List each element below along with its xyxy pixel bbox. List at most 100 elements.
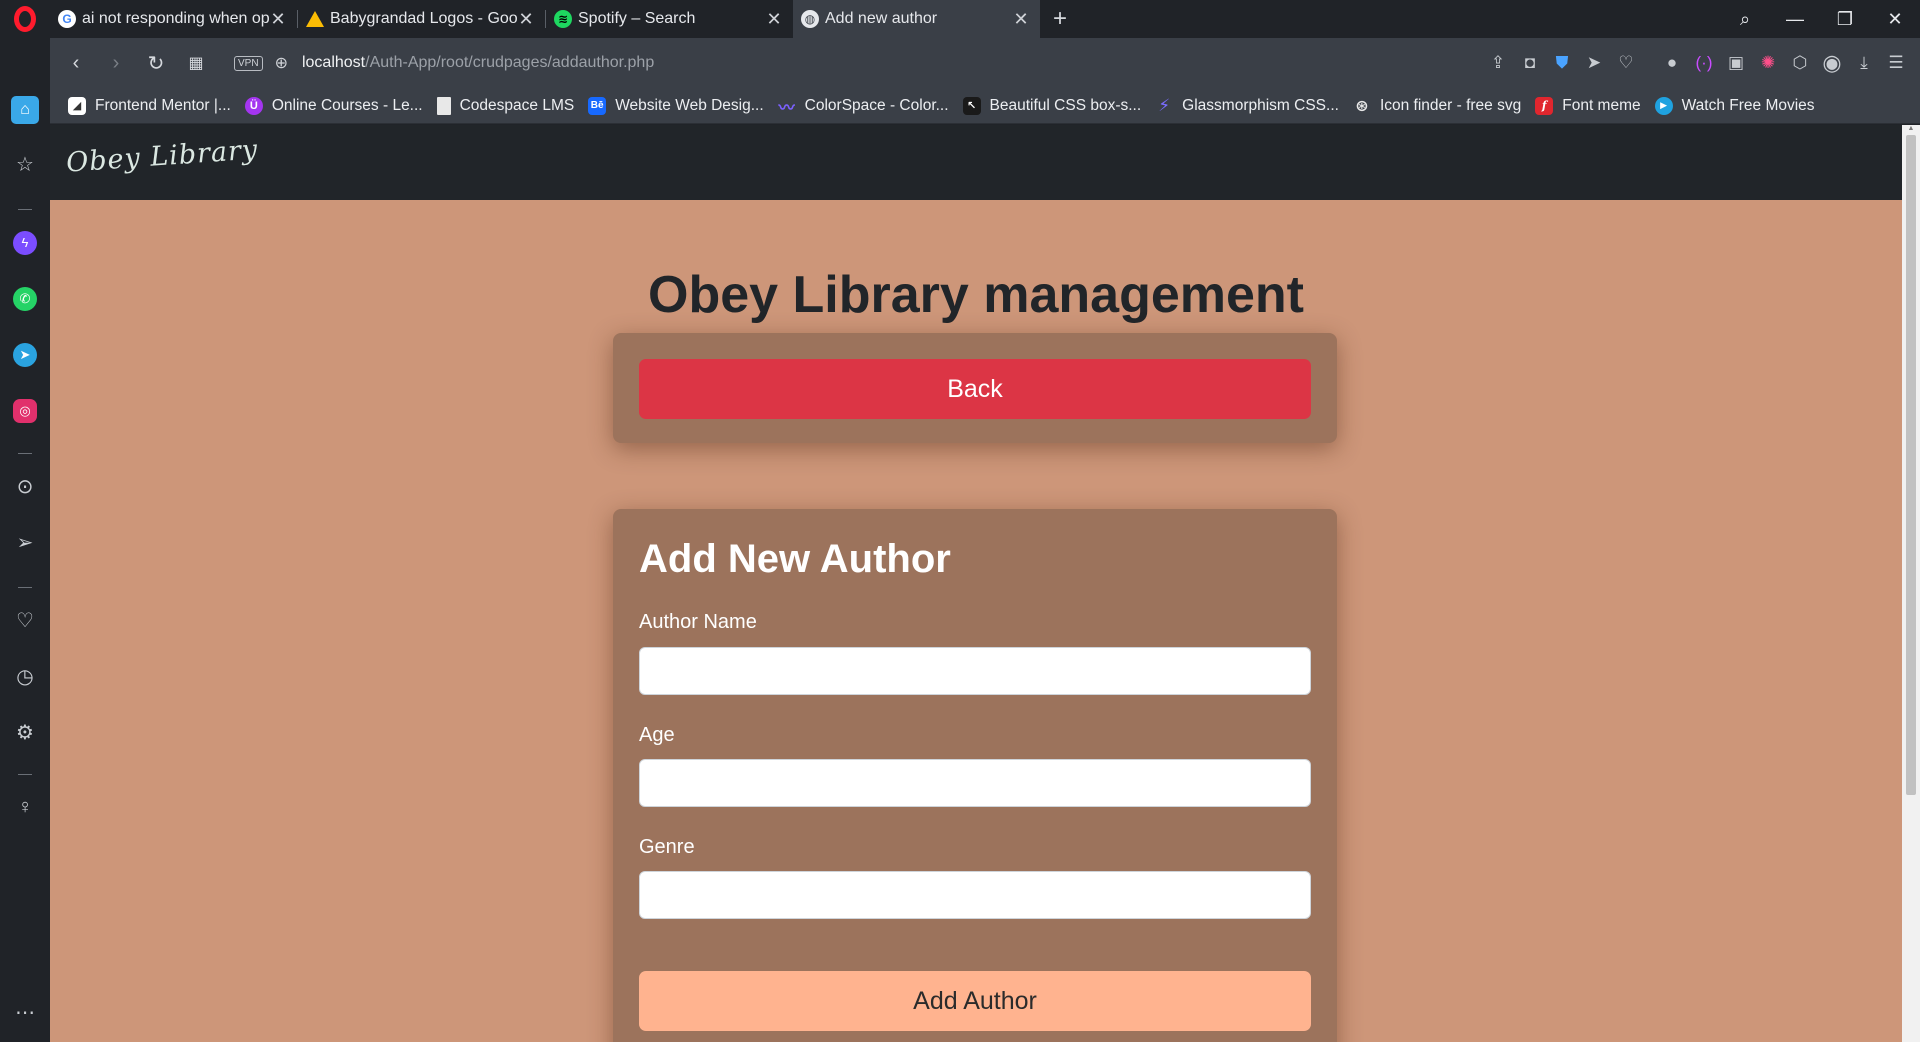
search-tabs-icon[interactable]: ⌕: [1720, 0, 1770, 38]
shield-icon[interactable]: ⛊: [1546, 53, 1578, 73]
sidebar-divider: [18, 453, 32, 454]
opera-logo-icon[interactable]: [0, 0, 50, 38]
camera-icon[interactable]: ◘: [1514, 53, 1546, 73]
page-scrollbar[interactable]: ▲: [1902, 125, 1920, 1042]
url-host: localhost: [301, 54, 366, 71]
site-info-icon[interactable]: ⊕: [275, 53, 288, 73]
profile-avatar-icon[interactable]: ◉: [1816, 50, 1848, 76]
maximize-button[interactable]: ❐: [1820, 0, 1870, 38]
easy-setup-icon[interactable]: ☰: [1880, 53, 1912, 73]
add-author-button[interactable]: Add Author: [639, 971, 1311, 1031]
address-bar: ‹ › ↻ ▦ VPN ⊕ localhost/Auth-App/root/cr…: [50, 38, 1920, 88]
bookmark-frontend-mentor[interactable]: ◢ Frontend Mentor |...: [68, 96, 231, 115]
bookmark-watch-free-movies[interactable]: ▶ Watch Free Movies: [1654, 96, 1815, 115]
fontmeme-icon: f: [1535, 96, 1554, 115]
add-author-form: Add New Author Author Name Age Genre Add…: [613, 509, 1337, 1042]
tab-grid-icon[interactable]: ▦: [176, 43, 216, 83]
address-bar-tools: ⇪ ◘ ⛊ ➤ ♡ ● (·) ▣ ✺ ⬡ ◉ ⤓ ☰: [1482, 38, 1912, 88]
form-title: Add New Author: [639, 537, 951, 581]
scroll-up-arrow-icon[interactable]: ▲: [1902, 125, 1920, 135]
tab-title: Add new author: [825, 10, 938, 27]
back-card: Back: [613, 333, 1337, 443]
tab-title: ai not responding when op: [82, 10, 269, 27]
colorspace-icon: 〰: [778, 99, 795, 117]
speed-dial-icon[interactable]: ☆: [0, 152, 50, 177]
url-field[interactable]: localhost/Auth-App/root/crudpages/addaut…: [302, 54, 654, 72]
frontend-mentor-icon: ◢: [68, 96, 86, 115]
instagram-icon[interactable]: ◎: [0, 398, 50, 423]
vpn-badge[interactable]: VPN: [234, 55, 263, 71]
sidebar-divider: [18, 774, 32, 775]
new-tab-button[interactable]: +: [1040, 0, 1080, 38]
bookmark-colorspace[interactable]: 〰 ColorSpace - Color...: [778, 97, 949, 117]
bookmark-codespace-lms[interactable]: Codespace LMS: [436, 96, 574, 115]
telegram-icon[interactable]: ➤: [0, 342, 50, 367]
age-input[interactable]: [639, 759, 1311, 807]
bookmarks-bar: ◢ Frontend Mentor |... Ü Online Courses - …: [50, 88, 1920, 124]
udemy-icon: Ü: [244, 96, 263, 115]
close-window-button[interactable]: ✕: [1870, 0, 1920, 38]
cursor-icon: ↖: [962, 96, 981, 115]
bookmark-font-meme[interactable]: f Font meme: [1535, 96, 1641, 115]
tab-google-drive[interactable]: Babygrandad Logos - Goog ✕: [298, 0, 545, 38]
tab-add-new-author[interactable]: ◍ Add new author ✕: [793, 0, 1040, 38]
tab-title: Babygrandad Logos - Goog: [330, 10, 517, 27]
home-icon[interactable]: ⌂: [0, 96, 50, 124]
bookmark-online-courses[interactable]: Ü Online Courses - Le...: [244, 96, 423, 115]
close-icon[interactable]: ✕: [269, 9, 287, 30]
page-viewport: Obey Library Obey Library management Bac…: [50, 125, 1902, 1042]
forward-nav-icon[interactable]: ›: [96, 43, 136, 83]
back-nav-icon[interactable]: ‹: [56, 43, 96, 83]
bookmark-css-box-shadow[interactable]: ↖ Beautiful CSS box-s...: [962, 96, 1141, 115]
pinboard-heart-icon[interactable]: ♡: [0, 608, 50, 633]
whatsapp-icon[interactable]: ✆: [0, 286, 50, 311]
site-logo[interactable]: Obey Library: [65, 134, 259, 178]
heart-icon[interactable]: ♡: [1610, 53, 1642, 73]
messenger-icon[interactable]: ϟ: [0, 230, 50, 255]
iconfinder-icon: ⊛: [1355, 97, 1369, 115]
color-wheel-icon[interactable]: ✺: [1752, 53, 1784, 73]
close-icon[interactable]: ✕: [517, 9, 535, 30]
age-label: Age: [639, 724, 675, 746]
lightbulb-icon[interactable]: ♀: [0, 796, 50, 819]
extension-icon[interactable]: ●: [1656, 53, 1688, 73]
genre-input[interactable]: [639, 871, 1311, 919]
back-button[interactable]: Back: [639, 359, 1311, 419]
download-icon[interactable]: ⤓: [1848, 53, 1880, 73]
history-icon[interactable]: ◷: [0, 664, 50, 689]
glassmorphism-icon: ⚡: [1158, 95, 1171, 115]
site-navbar: Obey Library: [50, 125, 1902, 200]
author-name-input[interactable]: [639, 647, 1311, 695]
scrollbar-thumb[interactable]: [1906, 135, 1916, 795]
minimize-button[interactable]: —: [1770, 0, 1820, 38]
cube-icon[interactable]: ⬡: [1784, 53, 1816, 73]
spotify-icon: ≋: [554, 10, 572, 28]
player-icon[interactable]: ⊙: [0, 474, 50, 499]
bookmark-icon-finder[interactable]: ⊛ Icon finder - free svg: [1353, 97, 1521, 115]
google-drive-icon: [306, 11, 324, 27]
more-options-icon[interactable]: ⋯: [0, 1000, 50, 1025]
music-icon[interactable]: (·): [1688, 53, 1720, 73]
close-icon[interactable]: ✕: [765, 9, 783, 30]
close-icon[interactable]: ✕: [1012, 9, 1030, 30]
browser-sidebar: ⌂ ☆ ϟ ✆ ➤ ◎ ⊙ ➢ ♡ ◷ ⚙ ♀ ⋯: [0, 88, 50, 1042]
my-flow-icon[interactable]: ➢: [0, 530, 50, 555]
genre-label: Genre: [639, 836, 695, 858]
tab-title: Spotify – Search: [578, 10, 696, 27]
tab-spotify[interactable]: ≋ Spotify – Search ✕: [546, 0, 793, 38]
tab-google[interactable]: G ai not responding when op ✕: [50, 0, 297, 38]
tab-bar: G ai not responding when op ✕ Babygranda…: [50, 0, 1920, 38]
page-title: Obey Library management: [648, 266, 1304, 324]
reload-icon[interactable]: ↻: [136, 43, 176, 83]
behance-icon: Bē: [588, 96, 607, 115]
snapshot-icon[interactable]: ▣: [1720, 53, 1752, 73]
bookmark-website-web-design[interactable]: Bē Website Web Desig...: [588, 96, 764, 115]
sidebar-divider: [18, 587, 32, 588]
globe-icon: ◍: [801, 10, 819, 28]
settings-gear-icon[interactable]: ⚙: [0, 720, 50, 745]
bookmark-glassmorphism[interactable]: ⚡ Glassmorphism CSS...: [1155, 95, 1339, 115]
share-icon[interactable]: ⇪: [1482, 53, 1514, 73]
send-icon[interactable]: ➤: [1578, 53, 1610, 73]
sidebar-divider: [18, 209, 32, 210]
window-controls: ⌕ — ❐ ✕: [1720, 0, 1920, 38]
